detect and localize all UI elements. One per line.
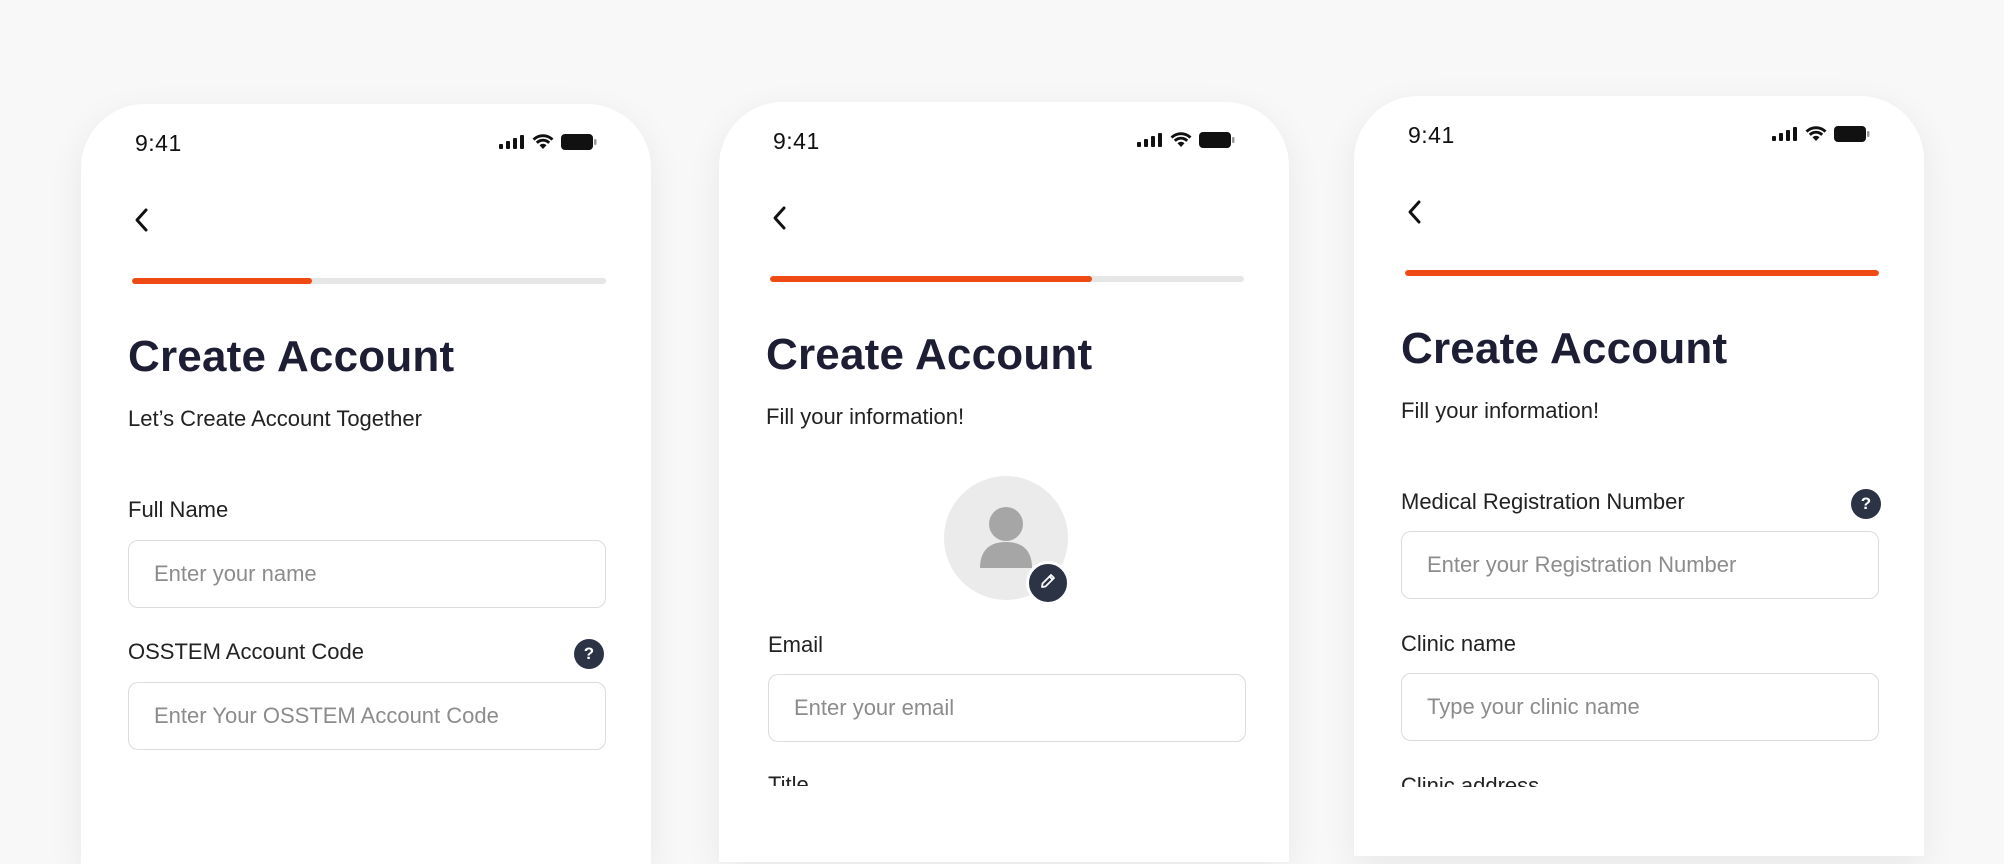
- registration-number-label: Medical Registration Number: [1401, 489, 1685, 514]
- chevron-left-icon: [132, 207, 150, 238]
- osstem-code-input[interactable]: [128, 682, 606, 750]
- progress-bar: [770, 276, 1244, 282]
- pencil-icon: [1038, 571, 1058, 596]
- status-icons: [499, 134, 597, 155]
- page-title: Create Account: [128, 332, 455, 381]
- osstem-code-label: OSSTEM Account Code: [128, 639, 364, 664]
- status-time: 9:41: [773, 128, 820, 154]
- back-button[interactable]: [1400, 196, 1428, 232]
- wifi-icon: [1805, 126, 1827, 147]
- signal-icon: [1772, 127, 1798, 146]
- back-button[interactable]: [765, 202, 793, 238]
- screen-create-account-step-2: 9:41 Create Account Fill your informatio…: [719, 102, 1289, 862]
- battery-icon: [1199, 132, 1235, 153]
- signal-icon: [499, 135, 525, 154]
- full-name-label: Full Name: [128, 497, 229, 522]
- status-icons: [1772, 126, 1870, 147]
- progress-bar: [1405, 270, 1879, 276]
- clinic-name-input[interactable]: [1401, 673, 1879, 741]
- registration-number-input[interactable]: [1401, 531, 1879, 599]
- screen-create-account-step-3: 9:41 Create Account Fill your informatio…: [1354, 96, 1924, 856]
- wifi-icon: [532, 134, 554, 155]
- help-button[interactable]: ?: [1851, 489, 1881, 519]
- page-title: Create Account: [1401, 324, 1728, 373]
- status-icons: [1137, 132, 1235, 153]
- clinic-name-label: Clinic name: [1401, 631, 1516, 656]
- page-subtitle: Fill your information!: [766, 404, 965, 429]
- full-name-input[interactable]: [128, 540, 606, 608]
- chevron-left-icon: [770, 205, 788, 236]
- chevron-left-icon: [1405, 199, 1423, 230]
- person-icon: [976, 504, 1036, 573]
- email-label: Email: [768, 632, 824, 657]
- progress-fill: [132, 278, 313, 284]
- status-time: 9:41: [1408, 122, 1455, 148]
- progress-fill: [770, 276, 1093, 282]
- signal-icon: [1137, 133, 1163, 152]
- edit-avatar-button[interactable]: [1026, 561, 1070, 605]
- question-icon: ?: [583, 644, 595, 663]
- page-title: Create Account: [766, 330, 1093, 379]
- page-subtitle: Let’s Create Account Together: [128, 406, 422, 431]
- progress-bar: [132, 278, 606, 284]
- title-label: Title: [768, 772, 809, 786]
- back-button[interactable]: [127, 204, 155, 240]
- email-input[interactable]: [768, 674, 1246, 742]
- help-button[interactable]: ?: [574, 639, 604, 669]
- clinic-address-label: Clinic address: [1401, 773, 1540, 787]
- battery-icon: [1834, 126, 1870, 147]
- progress-fill: [1405, 270, 1879, 276]
- status-time: 9:41: [135, 130, 182, 156]
- question-icon: ?: [1860, 494, 1872, 513]
- wifi-icon: [1170, 132, 1192, 153]
- battery-icon: [561, 134, 597, 155]
- page-subtitle: Fill your information!: [1401, 398, 1600, 423]
- screen-create-account-step-1: 9:41 Create Account Let’s Create Account…: [81, 104, 651, 864]
